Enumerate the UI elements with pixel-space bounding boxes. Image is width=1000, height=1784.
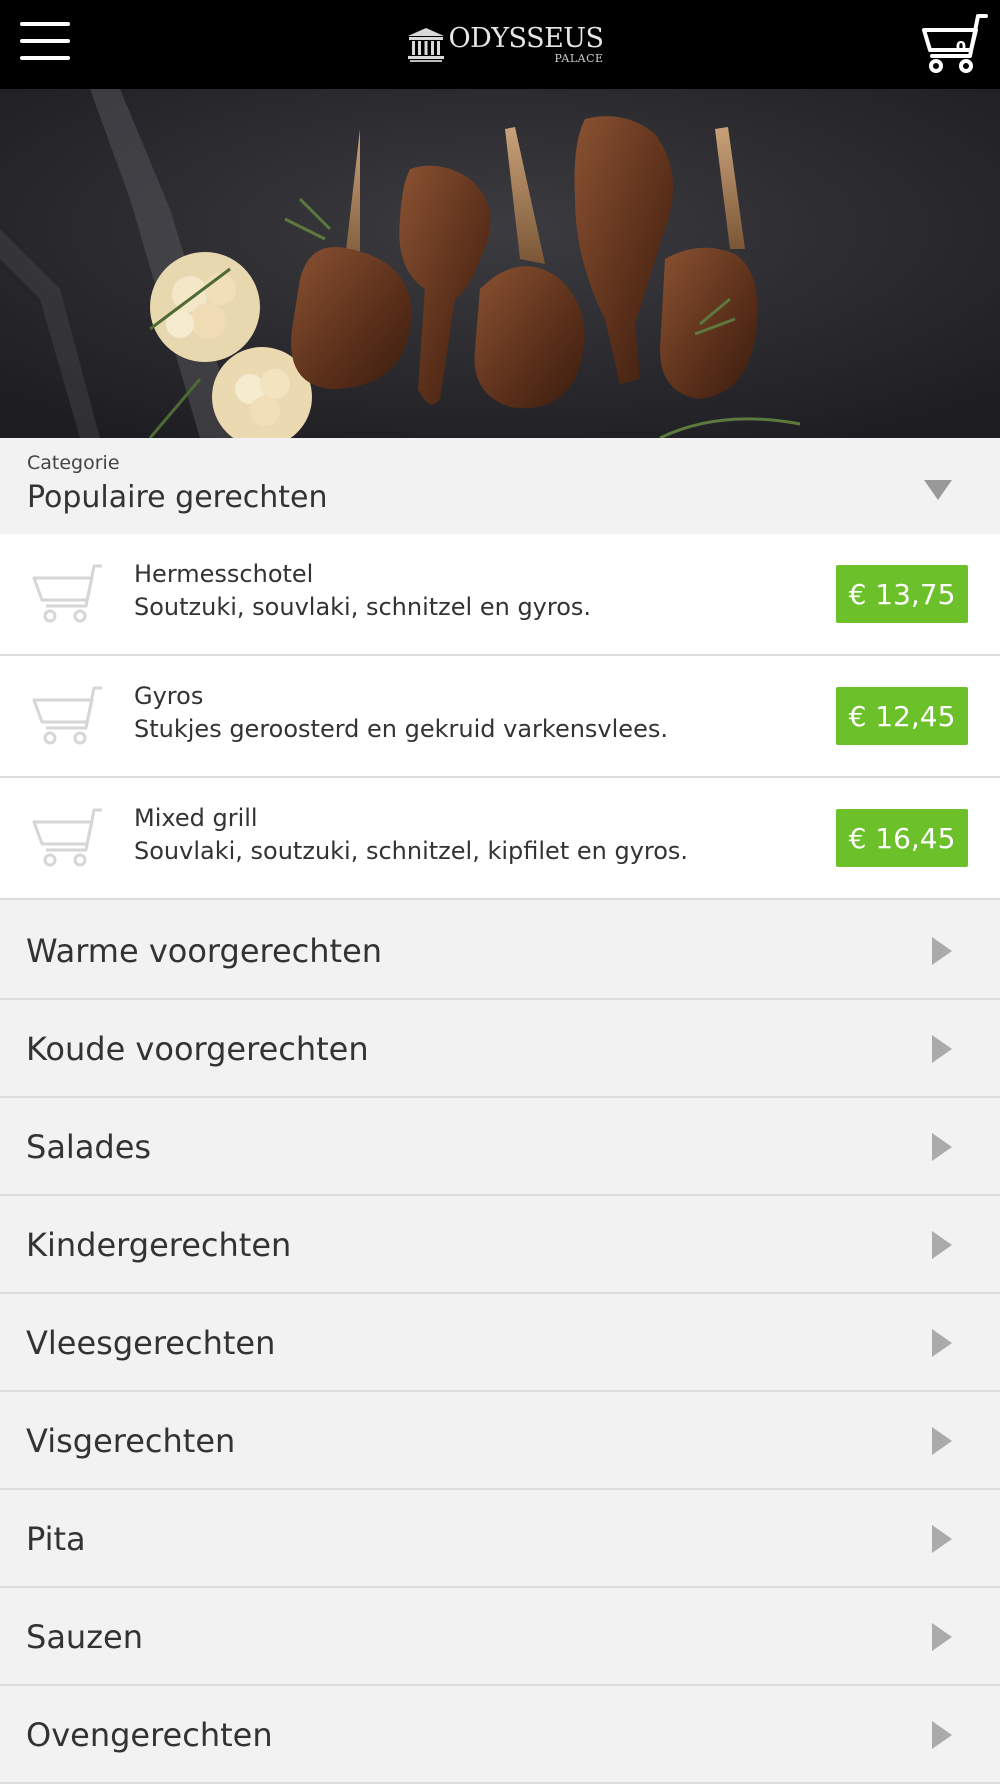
chevron-right-icon [932,1623,952,1651]
logo[interactable]: ODYSSEUS PALACE [406,23,604,65]
category-row-label: Pita [26,1520,86,1558]
price-button[interactable]: € 16,45 [836,809,968,867]
item-description: Stukjes geroosterd en gekruid varkensvle… [134,715,668,743]
app-header: ODYSSEUS PALACE 0 [0,0,1000,89]
item-name: Hermesschotel [134,560,314,588]
category-row-warme-voorgerechten[interactable]: Warme voorgerechten [0,902,1000,1000]
logo-subtitle: PALACE [554,52,604,65]
menu-item[interactable]: Gyros Stukjes geroosterd en gekruid vark… [0,656,1000,778]
price-button[interactable]: € 13,75 [836,565,968,623]
chevron-right-icon [932,1035,952,1063]
chevron-right-icon [932,1133,952,1161]
item-description: Soutzuki, souvlaki, schnitzel en gyros. [134,593,592,621]
cart-button[interactable]: 0 [920,12,990,76]
category-row-label: Warme voorgerechten [26,932,383,970]
chevron-right-icon [932,1525,952,1553]
category-row-label: Koude voorgerechten [26,1030,369,1068]
category-selected-value: Populaire gerechten [27,480,328,515]
category-row-sauzen[interactable]: Sauzen [0,1588,1000,1686]
hamburger-menu-icon[interactable] [20,22,70,66]
item-name: Gyros [134,682,204,710]
category-row-pita[interactable]: Pita [0,1490,1000,1588]
add-to-cart-icon[interactable] [32,562,104,624]
category-row-koude-voorgerechten[interactable]: Koude voorgerechten [0,1000,1000,1098]
category-row-visgerechten[interactable]: Visgerechten [0,1392,1000,1490]
chevron-right-icon [932,937,952,965]
item-description: Souvlaki, soutzuki, schnitzel, kipfilet … [134,837,689,865]
category-list: Warme voorgerechten Koude voorgerechten … [0,902,1000,1784]
menu-item[interactable]: Hermesschotel Soutzuki, souvlaki, schnit… [0,534,1000,656]
chevron-down-icon [924,480,952,500]
menu-item[interactable]: Mixed grill Souvlaki, soutzuki, schnitze… [0,778,1000,900]
chevron-right-icon [932,1427,952,1455]
category-label: Categorie [27,452,120,474]
logo-title: ODYSSEUS [448,23,604,54]
category-row-label: Ovengerechten [26,1716,273,1754]
category-row-label: Kindergerechten [26,1226,292,1264]
cart-count: 0 [955,38,967,56]
category-row-ovengerechten[interactable]: Ovengerechten [0,1686,1000,1784]
temple-icon [408,27,445,62]
category-row-label: Vleesgerechten [26,1324,276,1362]
add-to-cart-icon[interactable] [32,806,104,868]
category-row-vleesgerechten[interactable]: Vleesgerechten [0,1294,1000,1392]
category-dropdown[interactable]: Categorie Populaire gerechten [0,438,1000,534]
chevron-right-icon [932,1231,952,1259]
category-row-salades[interactable]: Salades [0,1098,1000,1196]
item-name: Mixed grill [134,804,258,832]
price-button[interactable]: € 12,45 [836,687,968,745]
category-row-kindergerechten[interactable]: Kindergerechten [0,1196,1000,1294]
add-to-cart-icon[interactable] [32,684,104,746]
category-row-label: Sauzen [26,1618,143,1656]
category-row-label: Salades [26,1128,152,1166]
category-row-label: Visgerechten [26,1422,236,1460]
chevron-right-icon [932,1721,952,1749]
chevron-right-icon [932,1329,952,1357]
hero-image [0,89,1000,438]
menu-item-list: Hermesschotel Soutzuki, souvlaki, schnit… [0,534,1000,900]
